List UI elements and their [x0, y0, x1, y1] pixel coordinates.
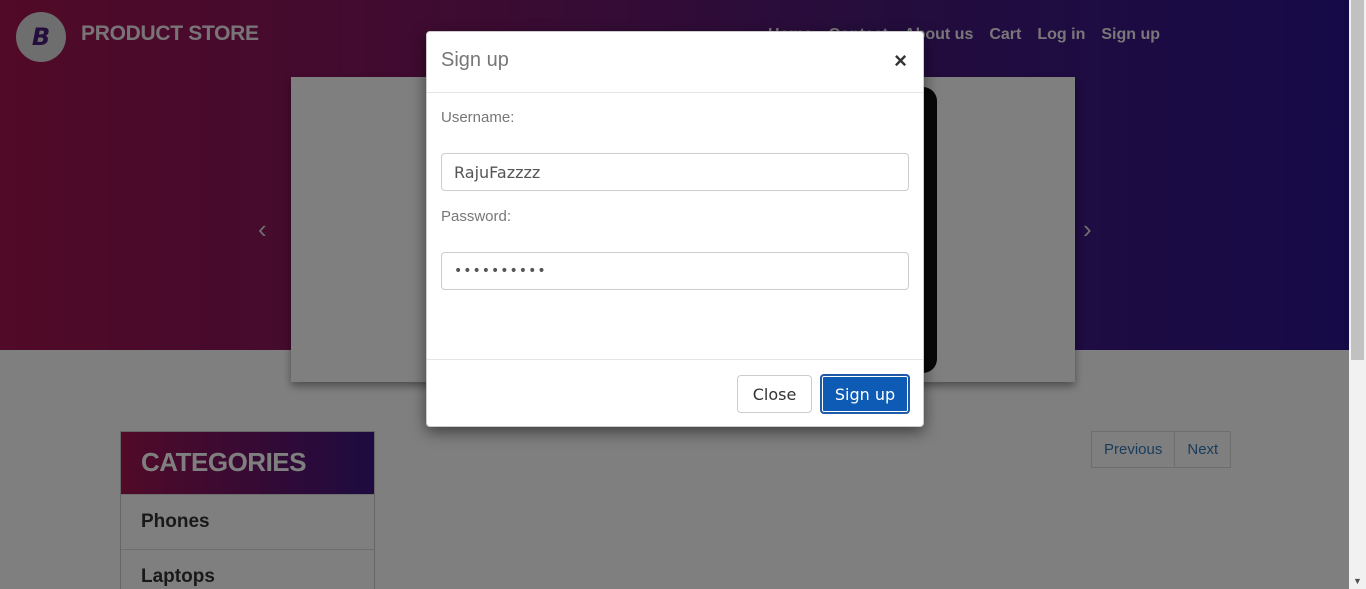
username-input[interactable]: RajuFazzzz: [441, 153, 909, 191]
scrollbar-thumb[interactable]: [1351, 0, 1364, 360]
scrollbar[interactable]: ▼: [1349, 0, 1366, 589]
scroll-down-icon[interactable]: ▼: [1353, 576, 1362, 586]
close-icon[interactable]: ×: [894, 48, 907, 74]
username-label: Username:: [441, 109, 515, 126]
sign-up-modal: Sign up × Username: RajuFazzzz Password:…: [426, 31, 924, 427]
modal-footer: Close Sign up: [427, 359, 923, 427]
sign-up-button[interactable]: Sign up: [820, 374, 910, 414]
modal-title: Sign up: [441, 49, 509, 71]
modal-body: Username: RajuFazzzz Password: •••••••••…: [427, 93, 923, 359]
close-button[interactable]: Close: [737, 375, 812, 413]
password-label: Password:: [441, 208, 512, 225]
modal-header: Sign up ×: [427, 32, 923, 93]
password-input[interactable]: ••••••••••: [441, 252, 909, 290]
